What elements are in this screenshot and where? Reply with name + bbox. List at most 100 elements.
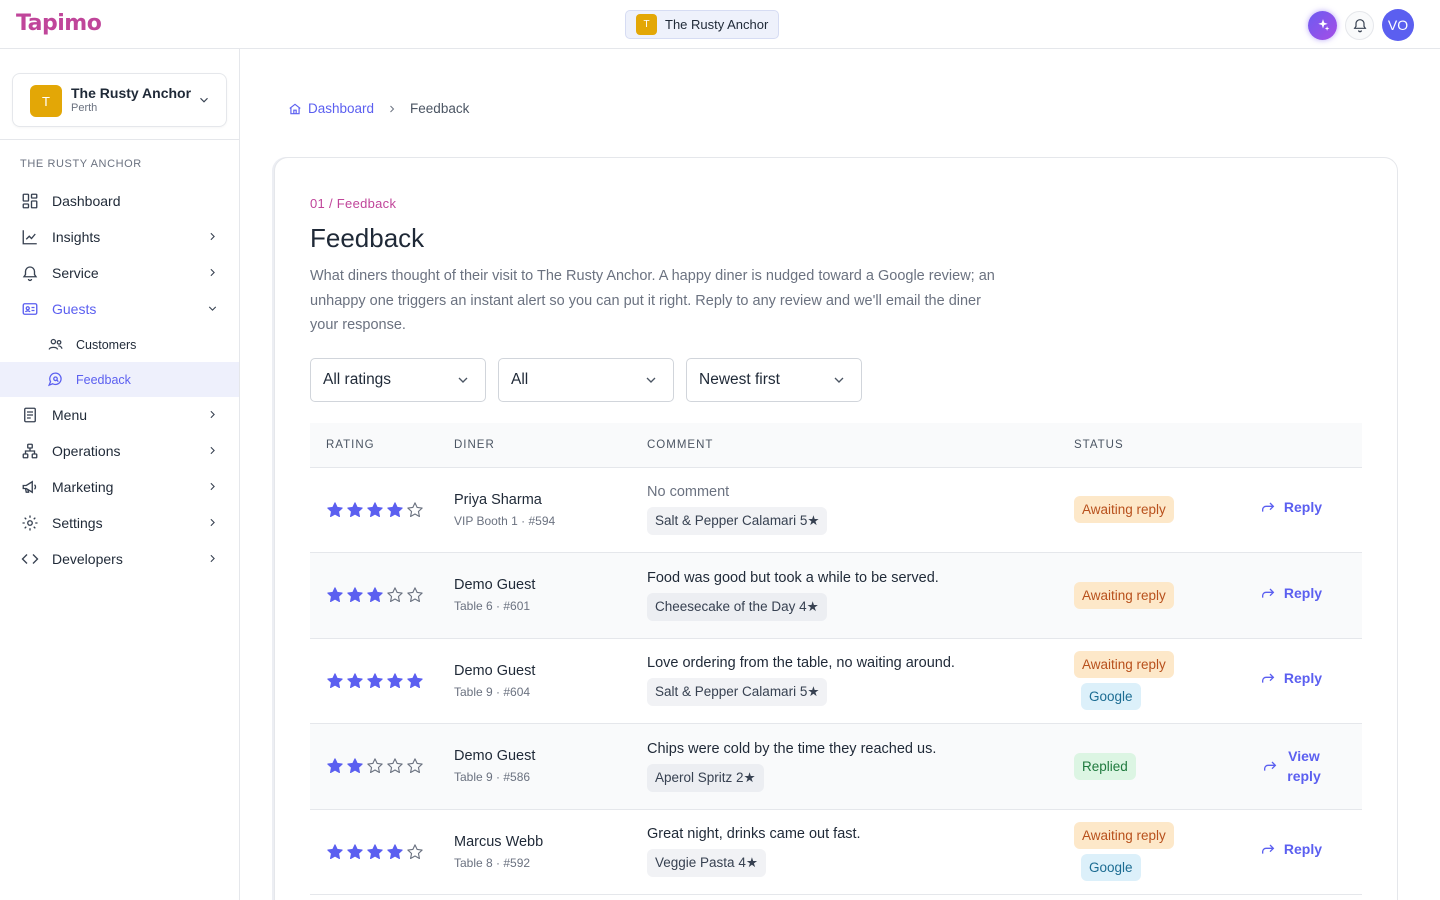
table-row[interactable]: Demo Guest Table 9 · #586 Chips were cold … (310, 723, 1362, 810)
venue-city: Perth (71, 102, 98, 114)
diner-detail: Table 8 · #592 (454, 855, 531, 870)
sidebar-nav: Dashboard Insights Service Guests Custom… (0, 183, 239, 577)
sidebar-item-service[interactable]: Service (0, 255, 239, 291)
reply-button[interactable]: Reply (1260, 841, 1322, 857)
column-header-actions (1244, 423, 1362, 467)
feedback-card: 01 / Feedback Feedback What diners thoug… (274, 157, 1398, 900)
sidebar-item-label: Guests (52, 301, 97, 317)
sidebar-subitem-feedback[interactable]: Feedback (0, 362, 239, 397)
status-cell: Awaiting reply Google (1074, 809, 1244, 895)
star-filled-icon (347, 673, 363, 688)
reply-button[interactable]: Reply (1260, 670, 1322, 686)
breadcrumb-home-label: Dashboard (308, 101, 375, 116)
column-header-rating: RATING (326, 438, 375, 451)
venue-selector[interactable]: T The Rusty Anchor Perth (12, 73, 227, 127)
diner-cell: Demo Guest Table 9 · #604 (454, 638, 647, 724)
sidebar-item-label: Menu (52, 407, 88, 423)
sidebar-item-marketing[interactable]: Marketing (0, 469, 239, 505)
notifications-button[interactable] (1345, 10, 1374, 40)
sidebar-item-guests[interactable]: Guests (0, 291, 239, 327)
star-rating (326, 843, 454, 861)
sidebar-divider (0, 139, 239, 140)
page-description: What diners thought of their visit to Th… (310, 268, 995, 333)
bell-icon (22, 266, 38, 282)
page-title: Feedback (310, 223, 425, 253)
sidebar-subitem-label: Feedback (76, 372, 131, 387)
status-cell: Replied (1074, 723, 1244, 810)
diner-name: Demo Guest (454, 577, 536, 594)
breadcrumb: Dashboard Feedback (288, 101, 469, 116)
table-row[interactable]: Priya Sharma VIP Booth 1 · #594 No comment… (310, 467, 1362, 553)
sidebar-item-label: Dashboard (52, 193, 121, 209)
page-eyebrow: 01 / Feedback (310, 196, 397, 211)
dashboard-icon (22, 193, 38, 209)
action-cell: Reply (1244, 809, 1362, 895)
chevron-right-icon (210, 554, 215, 563)
table-row[interactable]: Demo Guest Table 6 · #601 Food was good bu… (310, 552, 1362, 639)
home-icon (289, 103, 301, 114)
dish-rating-tag: Veggie Pasta 4★ (647, 849, 766, 878)
sidebar-item-dashboard[interactable]: Dashboard (0, 183, 239, 219)
column-header-status: STATUS (1074, 438, 1124, 451)
dish-rating-tag: Salt & Pepper Calamari 5★ (647, 507, 828, 536)
app-logo[interactable]: Tapimo (16, 11, 102, 36)
hierarchy-icon (22, 443, 38, 459)
chevron-down-icon (646, 377, 656, 383)
table-row[interactable]: Marcus Webb Table 8 · #592 Great night, dr… (310, 809, 1362, 895)
rating-cell (310, 723, 454, 810)
diner-name: Demo Guest (454, 748, 536, 765)
venue-initial-badge: T (30, 85, 62, 117)
sidebar-item-label: Operations (52, 443, 121, 459)
view-reply-button[interactable]: View reply (1262, 746, 1322, 786)
comment-cell: Love ordering from the table, no waiting… (647, 638, 1074, 724)
column-header-diner: DINER (454, 438, 495, 451)
sidebar-item-menu[interactable]: Menu (0, 397, 239, 433)
comment-cell: No comment Salt & Pepper Calamari 5★ (647, 467, 1074, 553)
comment-text: Chips were cold by the time they reached… (647, 740, 937, 757)
diner-name: Marcus Webb (454, 833, 544, 850)
chevron-right-icon (210, 410, 215, 419)
star-filled-icon (347, 844, 363, 859)
star-filled-icon (327, 502, 343, 517)
table-row[interactable]: Demo Guest Table 9 · #604 Love ordering fr… (310, 638, 1362, 724)
gear-icon (22, 515, 38, 531)
status-badge: Awaiting reply (1074, 651, 1174, 679)
bell-icon (1353, 19, 1366, 33)
sidebar-section-label: THE RUSTY ANCHOR (20, 158, 142, 170)
sidebar-item-settings[interactable]: Settings (0, 505, 239, 541)
action-label: Reply (1283, 841, 1322, 858)
star-filled-icon (327, 673, 343, 688)
sidebar: T The Rusty Anchor Perth THE RUSTY ANCHO… (0, 49, 240, 900)
diner-name: Demo Guest (454, 662, 536, 679)
top-bar: Tapimo T The Rusty Anchor VO (0, 0, 1440, 49)
google-badge: Google (1081, 854, 1141, 882)
reply-button[interactable]: Reply (1260, 585, 1322, 601)
star-filled-icon (387, 673, 403, 688)
sidebar-item-operations[interactable]: Operations (0, 433, 239, 469)
star-filled-icon (347, 587, 363, 603)
ai-assistant-button[interactable] (1308, 10, 1337, 40)
status-badge: Awaiting reply (1074, 581, 1174, 609)
rating-filter-value: All ratings (323, 371, 392, 388)
venue-name: The Rusty Anchor (71, 85, 192, 101)
sort-select[interactable]: Newest first (686, 358, 862, 402)
sidebar-item-insights[interactable]: Insights (0, 219, 239, 255)
sidebar-item-developers[interactable]: Developers (0, 541, 239, 577)
rating-filter-select[interactable]: All ratings (310, 358, 486, 402)
reply-arrow-icon (1261, 673, 1275, 683)
chevron-right-icon (210, 482, 215, 491)
user-avatar[interactable]: VO (1382, 9, 1414, 41)
diner-cell: Demo Guest Table 6 · #601 (454, 552, 647, 639)
status-filter-select[interactable]: All (498, 358, 674, 402)
breadcrumb-home-link[interactable]: Dashboard (288, 101, 374, 116)
sidebar-subitem-customers[interactable]: Customers (0, 327, 239, 362)
chevron-right-icon (210, 232, 215, 241)
diner-cell: Marcus Webb Table 8 · #592 (454, 809, 647, 895)
diner-detail: VIP Booth 1 · #594 (454, 513, 556, 528)
star-filled-icon (407, 673, 423, 688)
reply-button[interactable]: Reply (1260, 499, 1322, 515)
star-filled-icon (367, 673, 383, 688)
star-filled-icon (367, 502, 383, 517)
venue-switcher-chip[interactable]: T The Rusty Anchor (625, 10, 780, 39)
status-badge: Replied (1074, 752, 1136, 780)
